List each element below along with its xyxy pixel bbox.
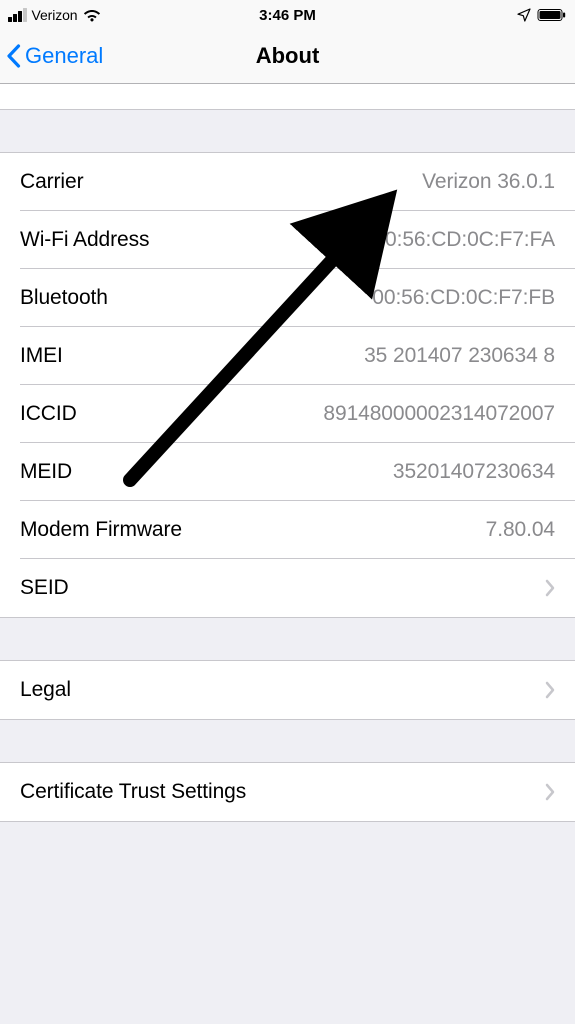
row-label: Wi-Fi Address [20, 228, 149, 252]
row-label: MEID [20, 460, 72, 484]
row-carrier: Carrier Verizon 36.0.1 [0, 153, 575, 211]
status-bar: Verizon 3:46 PM [0, 0, 575, 28]
row-value: 89148000002314072007 [323, 402, 555, 426]
chevron-right-icon [545, 579, 555, 597]
page-title: About [256, 43, 320, 69]
row-label: Modem Firmware [20, 518, 182, 542]
row-modem-firmware: Modem Firmware 7.80.04 [0, 501, 575, 559]
section-spacer [0, 110, 575, 152]
signal-strength-icon [8, 8, 27, 22]
carrier-label: Verizon [32, 7, 78, 23]
wifi-icon [83, 9, 101, 22]
row-value: 00:56:CD:0C:F7:FB [372, 286, 555, 310]
row-label: Bluetooth [20, 286, 108, 310]
device-info-section: Carrier Verizon 36.0.1 Wi-Fi Address 00:… [0, 152, 575, 618]
row-label: Legal [20, 678, 71, 702]
status-right [517, 8, 567, 22]
row-seid[interactable]: SEID [0, 559, 575, 617]
row-value: Verizon 36.0.1 [422, 170, 555, 194]
row-label: ICCID [20, 402, 77, 426]
row-value: 35201407230634 [393, 460, 555, 484]
status-left: Verizon [8, 7, 101, 23]
row-label: Carrier [20, 170, 83, 194]
nav-bar: General About [0, 28, 575, 84]
chevron-right-icon [545, 783, 555, 801]
row-label: IMEI [20, 344, 63, 368]
cert-section: Certificate Trust Settings [0, 762, 575, 822]
row-right [535, 681, 555, 699]
row-label: Certificate Trust Settings [20, 780, 246, 804]
section-spacer [0, 618, 575, 660]
row-value: 35 201407 230634 8 [364, 344, 555, 368]
row-label: SEID [20, 576, 69, 600]
section-spacer [0, 720, 575, 762]
chevron-left-icon [6, 44, 21, 68]
back-button[interactable]: General [6, 43, 103, 69]
row-right [535, 579, 555, 597]
status-time: 3:46 PM [259, 7, 316, 24]
chevron-right-icon [545, 681, 555, 699]
row-legal[interactable]: Legal [0, 661, 575, 719]
row-bluetooth: Bluetooth 00:56:CD:0C:F7:FB [0, 269, 575, 327]
row-imei: IMEI 35 201407 230634 8 [0, 327, 575, 385]
location-icon [517, 8, 531, 22]
row-right [535, 783, 555, 801]
row-iccid: ICCID 89148000002314072007 [0, 385, 575, 443]
legal-section: Legal [0, 660, 575, 720]
battery-icon [537, 8, 567, 22]
back-label: General [25, 43, 103, 69]
row-certificate-trust[interactable]: Certificate Trust Settings [0, 763, 575, 821]
row-value: 00:56:CD:0C:F7:FA [373, 228, 555, 252]
row-meid: MEID 35201407230634 [0, 443, 575, 501]
row-wifi-address: Wi-Fi Address 00:56:CD:0C:F7:FA [0, 211, 575, 269]
row-value: 7.80.04 [486, 518, 555, 542]
